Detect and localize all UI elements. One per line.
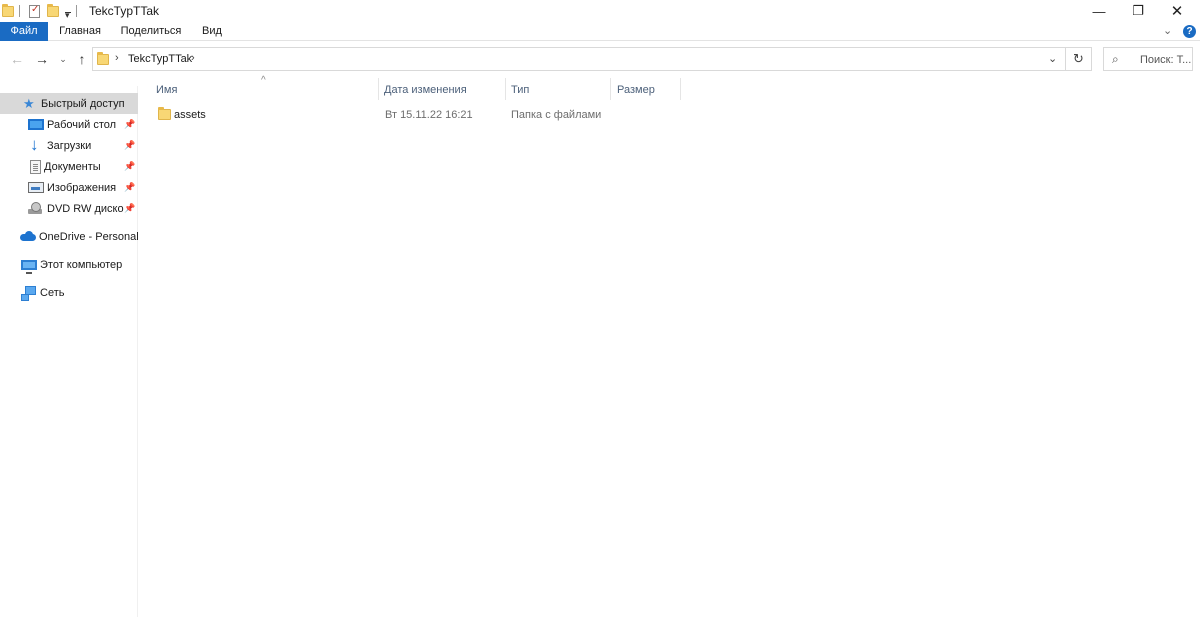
column-header-type[interactable]: Тип	[511, 83, 611, 101]
sidebar-item-label: Этот компьютер	[40, 258, 123, 271]
search-input[interactable]: ⌕ Поиск: T...	[1103, 47, 1193, 71]
customize-toolbar-icon[interactable]: ▾	[65, 10, 71, 20]
navigation-bar: ← → ⌄ ↑ › TekcTypTTak › ⌄ ↻ ⌕ Поиск: T..…	[0, 45, 1200, 73]
dvd-drive-icon	[28, 201, 44, 216]
folder-icon	[97, 52, 109, 65]
column-header-date[interactable]: Дата изменения	[384, 83, 506, 101]
star-icon	[22, 96, 38, 112]
chevron-right-icon[interactable]: ›	[115, 52, 119, 64]
file-type: Папка с файлами	[511, 109, 602, 121]
column-divider[interactable]	[610, 78, 611, 100]
file-list: ^ Имя Дата изменения Тип Размер assets В…	[139, 73, 1200, 617]
folder-icon	[158, 107, 171, 120]
network-icon	[21, 285, 37, 301]
column-divider[interactable]	[680, 78, 681, 100]
address-bar[interactable]: › TekcTypTTak › ⌄	[92, 47, 1066, 71]
column-divider[interactable]	[378, 78, 379, 100]
sidebar-item-network[interactable]: Сеть	[0, 282, 138, 303]
computer-icon	[21, 259, 37, 274]
tab-home[interactable]: Главная	[56, 22, 104, 41]
download-icon	[28, 135, 44, 155]
sidebar-item-label: DVD RW дисково	[47, 202, 124, 215]
expand-ribbon-icon[interactable]: ⌄	[1163, 24, 1172, 37]
column-header-size[interactable]: Размер	[617, 83, 679, 101]
folder-icon	[2, 3, 14, 17]
sidebar-item-dvd-drive[interactable]: DVD RW дисково 📌	[0, 198, 138, 219]
forward-button[interactable]: →	[33, 49, 51, 69]
sidebar-item-label: Загрузки	[47, 139, 92, 152]
onedrive-icon	[20, 230, 36, 244]
column-divider[interactable]	[505, 78, 506, 100]
address-dropdown-icon[interactable]: ⌄	[1048, 52, 1057, 65]
new-folder-icon[interactable]	[47, 3, 59, 17]
tab-file[interactable]: Файл	[0, 22, 48, 41]
search-icon: ⌕	[1112, 52, 1119, 66]
pictures-icon	[28, 182, 44, 193]
pin-icon[interactable]: 📌	[124, 203, 135, 214]
toolbar-separator	[19, 5, 20, 17]
sidebar-item-label: Документы	[44, 160, 101, 173]
pin-icon[interactable]: 📌	[124, 182, 135, 193]
properties-icon[interactable]	[29, 4, 40, 18]
search-placeholder: Поиск: T...	[1140, 54, 1192, 66]
file-date: Вт 15.11.22 16:21	[385, 109, 473, 121]
toolbar-separator	[76, 5, 77, 17]
sidebar-item-documents[interactable]: Документы 📌	[0, 156, 138, 177]
tab-share[interactable]: Поделиться	[117, 22, 185, 41]
ribbon-tabs: Файл Главная Поделиться Вид ⌄ ?	[0, 22, 1200, 41]
sidebar-item-label: Быстрый доступ	[41, 97, 125, 110]
sidebar-item-this-pc[interactable]: Этот компьютер	[0, 254, 138, 275]
file-row[interactable]: assets Вт 15.11.22 16:21 Папка с файлами	[151, 106, 611, 124]
sidebar-item-downloads[interactable]: Загрузки 📌	[0, 135, 138, 156]
sidebar-item-desktop[interactable]: Рабочий стол 📌	[0, 114, 138, 135]
breadcrumb-item[interactable]: TekcTypTTak	[128, 53, 192, 65]
sidebar-item-label: Рабочий стол	[47, 118, 117, 131]
sidebar-item-onedrive[interactable]: OneDrive - Personal	[0, 226, 138, 247]
back-button[interactable]: ←	[8, 49, 26, 69]
documents-icon	[30, 159, 41, 174]
window-title: TekcTypTTak	[89, 4, 160, 18]
sidebar-item-label: OneDrive - Personal	[39, 230, 138, 243]
quick-access-toolbar: ▾	[2, 3, 82, 20]
recent-locations-button[interactable]: ⌄	[58, 49, 68, 69]
sidebar-item-label: Изображения	[47, 181, 117, 194]
file-name: assets	[174, 109, 206, 121]
chevron-right-icon[interactable]: ›	[191, 52, 195, 64]
sidebar-item-pictures[interactable]: Изображения 📌	[0, 177, 138, 198]
help-icon[interactable]: ?	[1183, 25, 1196, 38]
tab-view[interactable]: Вид	[196, 22, 228, 41]
navigation-pane: Быстрый доступ Рабочий стол 📌 Загрузки 📌…	[0, 86, 138, 617]
sidebar-item-quick-access[interactable]: Быстрый доступ	[0, 93, 138, 114]
title-bar: ▾ TekcTypTTak — ❐ ✕	[0, 0, 1200, 22]
desktop-icon	[28, 119, 44, 130]
pin-icon[interactable]: 📌	[124, 161, 135, 172]
refresh-button[interactable]: ↻	[1066, 47, 1092, 71]
sidebar-item-label: Сеть	[40, 286, 65, 299]
up-button[interactable]: ↑	[74, 49, 90, 69]
column-header-name[interactable]: Имя	[156, 83, 378, 101]
close-button[interactable]: ✕	[1154, 0, 1200, 22]
pin-icon[interactable]: 📌	[124, 140, 135, 151]
pin-icon[interactable]: 📌	[124, 119, 135, 130]
